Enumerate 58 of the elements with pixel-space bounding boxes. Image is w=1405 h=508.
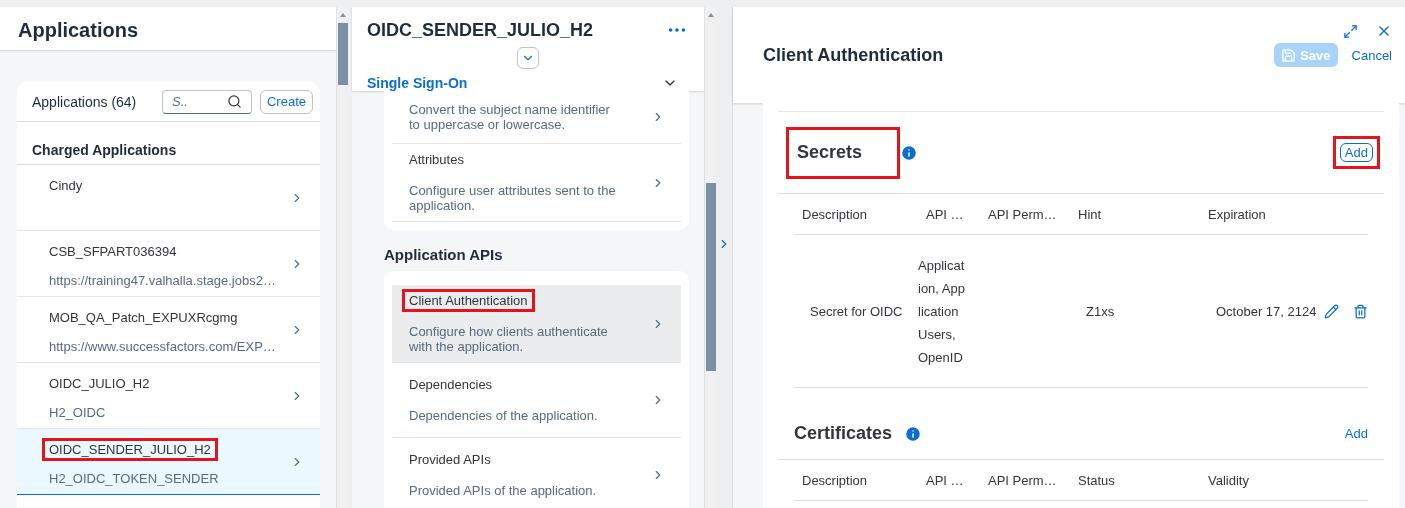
detail-title: Client Authentication xyxy=(763,44,945,66)
info-icon[interactable] xyxy=(900,143,919,162)
app-title: OIDC_SENDER_JULIO_H2 xyxy=(367,19,594,41)
nav-description: Configure how clients authenticate with the application. xyxy=(409,324,609,354)
nav-title: Attributes xyxy=(408,151,465,169)
nav-item[interactable]: Attributes Configure user attributes sent to the application. xyxy=(392,144,681,222)
column-header: Validity xyxy=(1207,472,1250,488)
fullscreen-icon[interactable] xyxy=(1343,23,1358,39)
edit-icon[interactable] xyxy=(1324,303,1339,319)
search-icon xyxy=(226,94,242,109)
column-header: Hint xyxy=(1077,206,1103,222)
item-subtitle: https://www.successfactors.com/EXP… xyxy=(49,339,277,354)
item-subtitle: H2_OIDC_TOKEN_SENDER xyxy=(49,471,220,486)
item-name: OIDC_JULIO_H2 xyxy=(48,375,151,393)
item-name: OIDC_SENDER_JULIO_H2 xyxy=(42,438,218,461)
info-icon[interactable] xyxy=(904,424,923,443)
list-title: Applications (64) xyxy=(32,93,138,110)
add-button[interactable]: Add xyxy=(1332,136,1380,169)
section-tab[interactable]: Single Sign-On xyxy=(367,75,688,91)
nav-title: Provided APIs xyxy=(408,451,492,469)
nav-item[interactable]: Provided APIs Provided APIs of the application. xyxy=(392,438,681,508)
table-cell-text: Z1xs xyxy=(1085,303,1116,319)
column-header: API … xyxy=(925,206,965,222)
section-title: Certificates xyxy=(794,423,894,444)
list-item[interactable]: OIDC_SENDER_JULIO_H2 H2_OIDC_TOKEN_SENDER xyxy=(17,429,320,495)
column-header: Description xyxy=(801,472,869,488)
table-cell-text: October 17, 2124 xyxy=(1215,303,1318,319)
expand-button[interactable] xyxy=(516,47,539,69)
table-cell-text: Secret for OIDC xyxy=(809,303,904,319)
nav-title: Client Authentication xyxy=(402,289,535,312)
nav-item[interactable]: Client Authentication Configure how clients authenticate with the application. xyxy=(392,285,681,363)
column-header: API … xyxy=(925,472,965,488)
panel-title: Applications xyxy=(0,7,336,50)
column-header: Status xyxy=(1077,472,1116,488)
column-header: Description xyxy=(801,206,869,222)
search-field[interactable]: S.. xyxy=(161,89,252,114)
nav-description: Dependencies of the application. xyxy=(409,408,599,423)
trash-icon[interactable] xyxy=(1353,303,1368,319)
nav-description: Configure user attributes sent to the application. xyxy=(409,183,617,213)
section-title: Secrets xyxy=(786,126,901,179)
item-subtitle: https://training47.valhalla.stage.jobs2… xyxy=(49,273,277,288)
nav-item[interactable]: Dependencies Dependencies of the application. xyxy=(392,363,681,438)
item-name: CSB_SFPART036394 xyxy=(48,243,178,261)
create-button[interactable]: Create xyxy=(259,89,313,114)
section-title: Application APIs xyxy=(384,245,504,265)
nav-item[interactable]: Convert the subject name identifier to uppercase or lowercase. xyxy=(392,91,681,144)
item-name: MOB_QA_Patch_EXPUXRcgmg xyxy=(48,309,239,327)
cancel-button[interactable]: Cancel xyxy=(1351,47,1392,63)
nav-title: Dependencies xyxy=(408,376,494,394)
item-subtitle: H2_OIDC xyxy=(49,405,107,420)
column-header: API Perm… xyxy=(987,472,1058,488)
column-header: Expiration xyxy=(1207,206,1267,222)
nav-description: Convert the subject name identifier to uppercase or lowercase. xyxy=(409,102,611,132)
nav-description: Provided APIs of the application. xyxy=(409,483,598,498)
table-cell-text: Application, Application Users, OpenID xyxy=(918,256,966,367)
save-icon xyxy=(1281,47,1297,63)
column-header: API Perm… xyxy=(987,206,1058,222)
item-name: Cindy xyxy=(48,177,84,195)
